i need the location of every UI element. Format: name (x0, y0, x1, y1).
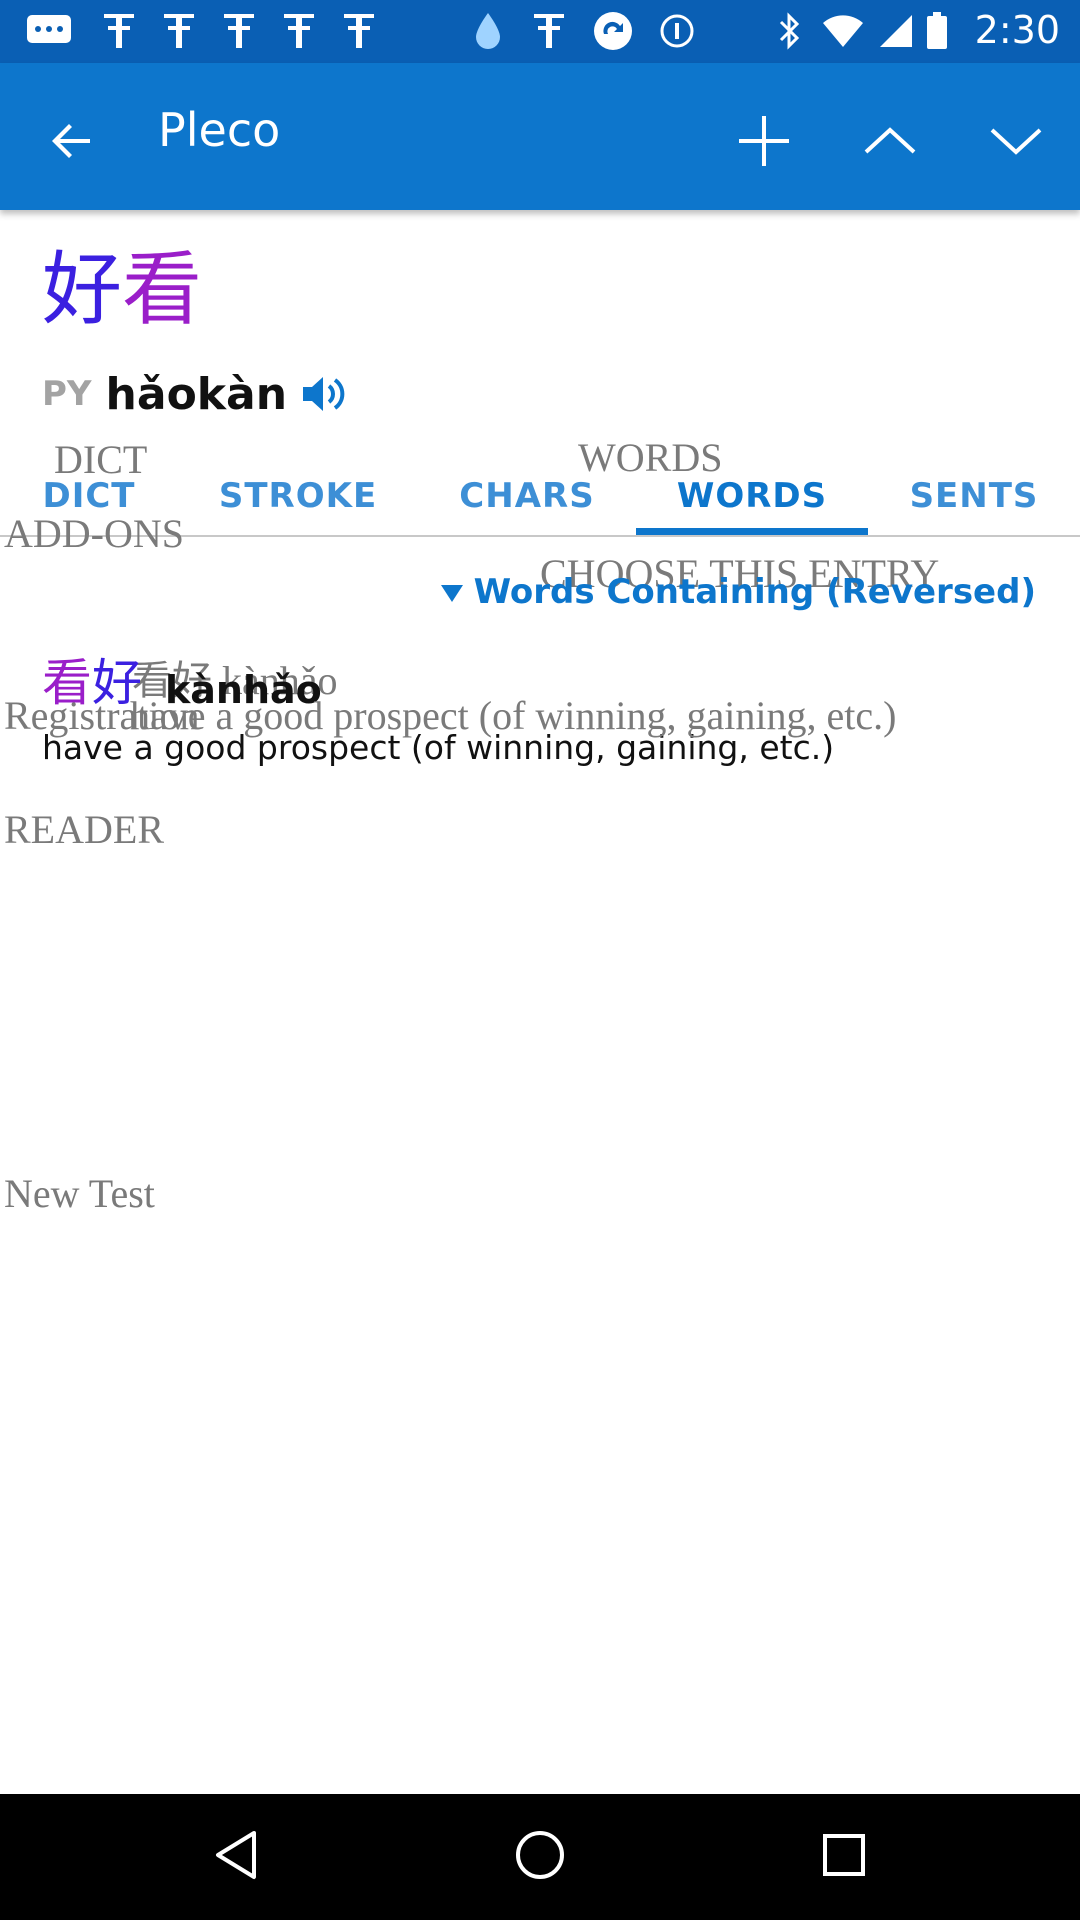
pleco-icon (278, 10, 320, 52)
tab-stroke[interactable]: STROKE (178, 455, 418, 537)
speaker-icon[interactable] (301, 374, 351, 414)
pleco-icon (218, 10, 260, 52)
pleco-icon (98, 10, 140, 52)
triangle-down-icon (440, 572, 464, 612)
chevron-up-icon (863, 126, 917, 161)
pleco-icon (528, 10, 570, 52)
pinyin-row: PY hǎokàn (42, 366, 351, 422)
next-entry-button[interactable] (976, 103, 1056, 183)
info-icon (656, 10, 698, 52)
headword-char-1: 好 (42, 243, 122, 336)
chevron-down-icon (989, 126, 1043, 161)
nav-home-button[interactable] (500, 1817, 580, 1897)
pleco-icon (158, 10, 200, 52)
section-header-words-containing[interactable]: Words Containing (Reversed) (440, 572, 1036, 612)
app-title: Pleco (158, 103, 281, 157)
tab-indicator (636, 528, 868, 535)
tab-words[interactable]: WORDS (636, 455, 868, 537)
nav-recents-button[interactable] (804, 1817, 884, 1897)
drop-icon (468, 10, 508, 52)
arrow-back-icon (50, 119, 94, 168)
navigation-bar (0, 1794, 1080, 1920)
sync-icon (590, 10, 636, 52)
nav-back-button[interactable] (196, 1817, 276, 1897)
headword: 好看 (42, 250, 202, 330)
battery-icon (922, 10, 952, 52)
status-bar: 2:30 (0, 0, 1080, 63)
chat-icon (24, 10, 74, 52)
bluetooth-icon (770, 10, 810, 52)
nav-home-icon (514, 1829, 566, 1886)
wifi-icon (820, 10, 866, 52)
pinyin-value: hǎokàn (105, 368, 288, 420)
overlay-add-ons-label: ADD-ONS (4, 511, 184, 556)
tab-sents[interactable]: SENTS (868, 455, 1080, 537)
tab-chars[interactable]: CHARS (418, 455, 636, 537)
section-title: Words Containing (Reversed) (473, 572, 1036, 612)
back-button[interactable] (32, 103, 112, 183)
app-bar: Pleco (0, 63, 1080, 210)
headword-char-2: 看 (122, 243, 202, 336)
overlay-reader-label: READER (4, 807, 164, 852)
pinyin-label: PY (42, 374, 92, 414)
nav-back-icon (212, 1829, 260, 1886)
overlay-definition-label: have a good prospect (of winning, gainin… (130, 693, 897, 738)
nav-recents-icon (821, 1832, 867, 1883)
previous-entry-button[interactable] (850, 103, 930, 183)
signal-icon (876, 10, 916, 52)
pleco-icon (338, 10, 380, 52)
status-time: 2:30 (974, 8, 1060, 52)
plus-icon (737, 114, 791, 173)
add-button[interactable] (724, 103, 804, 183)
overlay-new-test-label: New Test (4, 1171, 155, 1216)
